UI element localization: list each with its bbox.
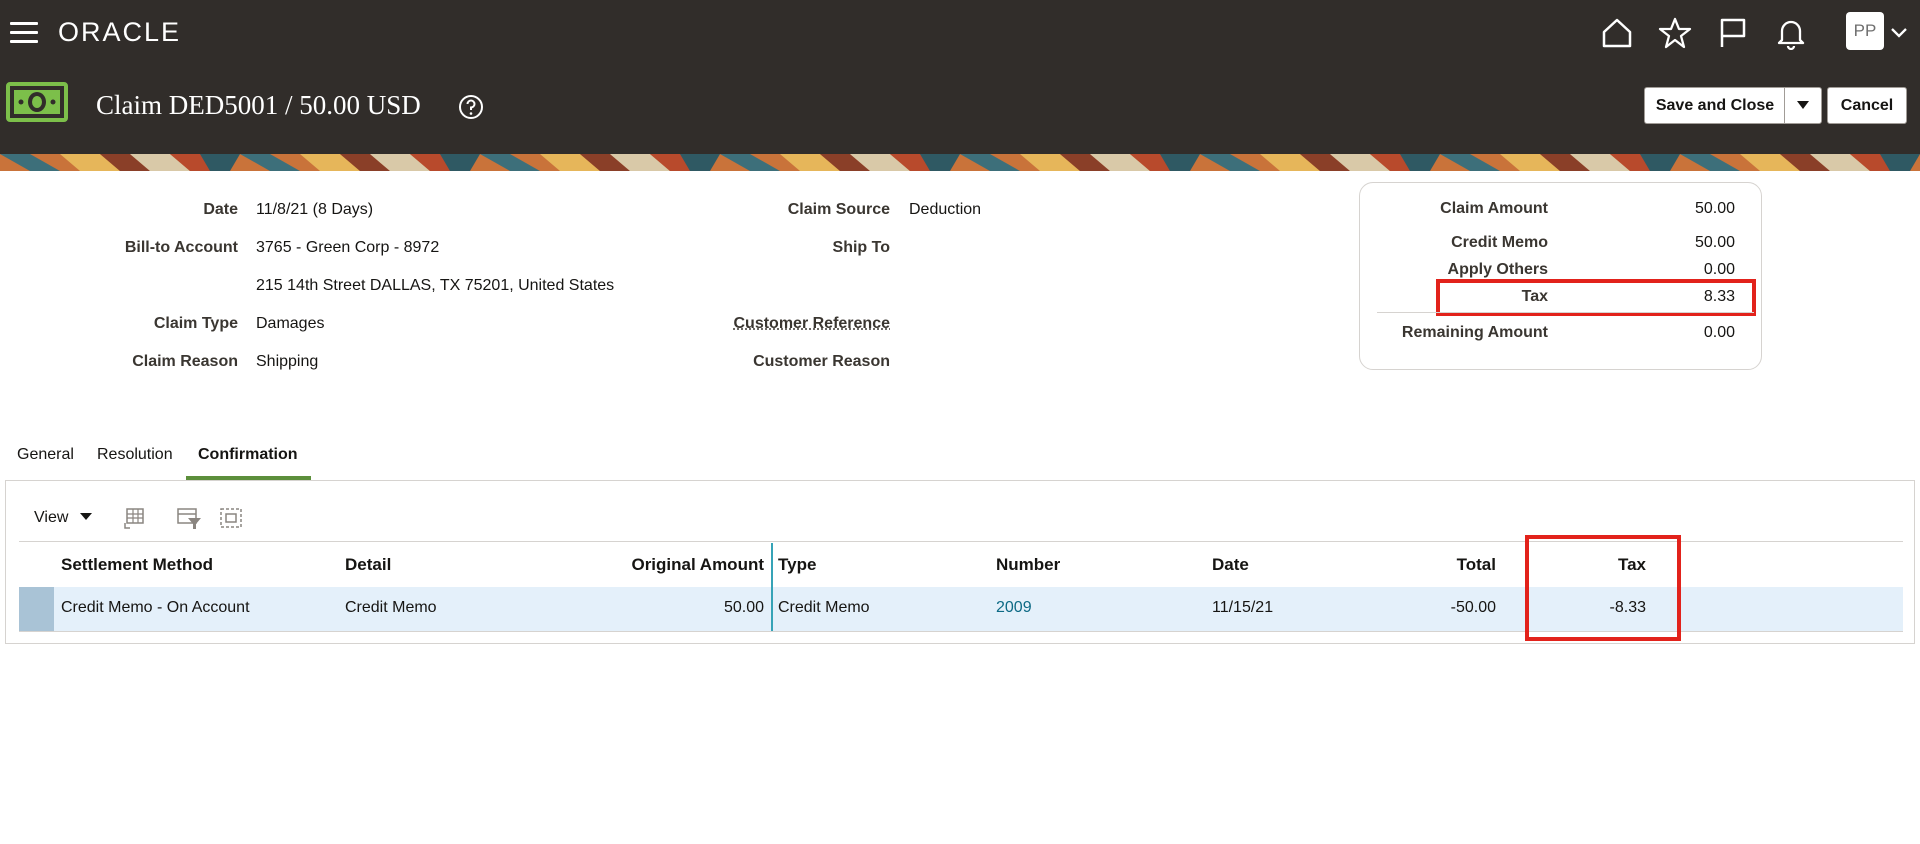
chevron-down-icon[interactable]: [1889, 22, 1909, 42]
claim-source-label: Claim Source: [787, 201, 890, 218]
decorative-banner: [0, 154, 1920, 171]
cell-detail: Credit Memo: [345, 599, 437, 616]
date-value: 11/8/21 (8 Days): [256, 201, 374, 218]
query-by-example-icon[interactable]: [176, 506, 202, 530]
tax-highlight-box: [1436, 279, 1756, 316]
notifications-bell-icon[interactable]: [1774, 16, 1808, 50]
hamburger-menu-icon[interactable]: [10, 22, 38, 44]
claim-reason-label: Claim Reason: [132, 353, 238, 370]
cell-total: -50.00: [1450, 599, 1496, 616]
credit-memo-value: 50.00: [1694, 234, 1735, 251]
row-selector[interactable]: [19, 587, 54, 631]
column-header-settlement-method[interactable]: Settlement Method: [61, 555, 213, 575]
apply-others-value: 0.00: [1703, 261, 1735, 278]
summary-divider: [1377, 312, 1754, 313]
customer-reference-link[interactable]: Customer Reference: [690, 315, 891, 333]
view-menu[interactable]: View: [34, 509, 93, 527]
flag-icon[interactable]: [1716, 16, 1750, 50]
help-icon[interactable]: [458, 94, 484, 120]
money-icon: [6, 82, 68, 122]
claim-type-value: Damages: [256, 315, 325, 332]
page-title: Claim DED5001 / 50.00 USD: [96, 90, 421, 120]
tab-general[interactable]: General: [17, 446, 74, 464]
remaining-amount-label: Remaining Amount: [1401, 324, 1548, 341]
cell-number-link[interactable]: 2009: [996, 599, 1032, 617]
cell-type: Credit Memo: [778, 599, 870, 616]
claim-source-value: Deduction: [909, 201, 982, 218]
user-avatar[interactable]: PP: [1846, 12, 1884, 50]
date-label: Date: [203, 201, 238, 218]
claim-type-label: Claim Type: [153, 315, 238, 332]
claim-amount-label: Claim Amount: [1440, 200, 1548, 217]
save-and-close-button[interactable]: Save and Close: [1644, 87, 1785, 124]
cell-settlement-method: Credit Memo - On Account: [61, 599, 250, 616]
column-header-date[interactable]: Date: [1212, 555, 1249, 575]
tab-resolution[interactable]: Resolution: [97, 446, 173, 464]
column-header-total[interactable]: Total: [1396, 555, 1496, 575]
customer-reason-label: Customer Reason: [753, 353, 890, 370]
cancel-button[interactable]: Cancel: [1827, 87, 1907, 124]
credit-memo-label: Credit Memo: [1451, 234, 1548, 251]
freeze-columns-icon[interactable]: [122, 506, 146, 530]
save-options-dropdown[interactable]: [1784, 87, 1822, 124]
bill-to-account-label: Bill-to Account: [124, 239, 238, 256]
bill-to-account-value: 3765 - Green Corp - 8972: [256, 239, 440, 256]
bill-to-address: 215 14th Street DALLAS, TX 75201, United…: [256, 277, 615, 294]
detach-icon[interactable]: [219, 506, 243, 530]
ship-to-label: Ship To: [832, 239, 890, 256]
remaining-amount-value: 0.00: [1703, 324, 1735, 341]
oracle-logo: ORACLE: [58, 17, 182, 47]
column-header-original-amount[interactable]: Original Amount: [560, 555, 764, 575]
home-icon[interactable]: [1600, 16, 1634, 50]
view-menu-label: View: [34, 509, 69, 526]
column-header-number[interactable]: Number: [996, 555, 1060, 575]
apply-others-label: Apply Others: [1447, 261, 1548, 278]
favorites-star-icon[interactable]: [1658, 16, 1692, 50]
caret-down-icon: [1797, 101, 1809, 109]
claim-reason-value: Shipping: [256, 353, 319, 370]
column-header-type[interactable]: Type: [778, 555, 816, 575]
caret-down-icon: [79, 513, 92, 520]
column-header-detail[interactable]: Detail: [345, 555, 391, 575]
tax-column-highlight-box: [1525, 535, 1681, 641]
column-resize-separator[interactable]: [771, 543, 773, 631]
cell-date: 11/15/21: [1212, 599, 1274, 616]
cell-original-amount: 50.00: [723, 599, 764, 616]
tab-confirmation[interactable]: Confirmation: [198, 446, 298, 464]
claim-amount-value: 50.00: [1694, 200, 1735, 217]
